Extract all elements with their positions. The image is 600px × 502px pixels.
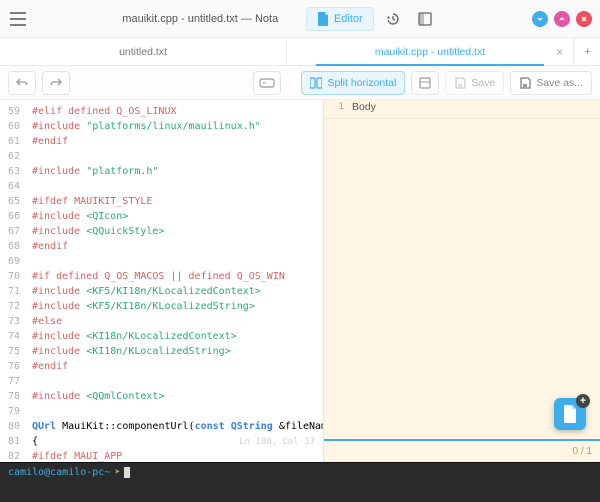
maximize-button[interactable] (554, 11, 570, 27)
split-icon (310, 77, 322, 89)
line-gutter: 59 60 61 62 63 64 65 66 67 68 69 70 71 7… (0, 100, 26, 462)
save-as-button[interactable]: Save as... (510, 71, 592, 95)
titlebar: mauikit.cpp - untitled.txt — Nota Editor (0, 0, 600, 38)
split-horizontal-button[interactable]: Split horizontal (301, 71, 405, 95)
preview-pane: 1 Body + 0 / 1 (324, 100, 600, 462)
panel-toggle-button[interactable] (412, 7, 438, 31)
preview-header: 1 Body (324, 100, 600, 119)
close-button[interactable] (576, 11, 592, 27)
preview-line-num: 1 (324, 100, 350, 118)
new-document-fab[interactable]: + (554, 398, 586, 430)
cursor-position: Ln 180, Col 37 (239, 435, 315, 450)
new-tab-button[interactable]: + (574, 38, 600, 65)
focus-icon (259, 78, 275, 88)
history-icon (385, 11, 401, 27)
code-content[interactable]: #elif defined Q_OS_LINUX #include "platf… (26, 100, 323, 462)
file-icon (317, 12, 329, 26)
main-split: 59 60 61 62 63 64 65 66 67 68 69 70 71 7… (0, 100, 600, 462)
undo-button[interactable] (8, 71, 36, 95)
document-icon (562, 405, 578, 423)
hamburger-button[interactable] (8, 12, 28, 26)
window-controls (532, 11, 592, 27)
toolbar: Split horizontal Save Save as... (0, 66, 600, 100)
minimize-button[interactable] (532, 11, 548, 27)
code-editor[interactable]: 59 60 61 62 63 64 65 66 67 68 69 70 71 7… (0, 100, 323, 462)
window-title: mauikit.cpp - untitled.txt — Nota (122, 13, 278, 25)
preview-status-text: 0 / 1 (573, 446, 592, 457)
save-label: Save (471, 77, 495, 89)
tab-0[interactable]: untitled.txt (0, 38, 287, 65)
terminal-prompt-user: camilo@camilo-pc (8, 467, 104, 478)
terminal[interactable]: camilo@camilo-pc ~ ➤ (0, 462, 600, 502)
tab-1[interactable]: mauikit.cpp - untitled.txt × (287, 38, 574, 65)
redo-icon (49, 77, 63, 89)
center-tools: Editor (306, 7, 438, 31)
editor-pane: 59 60 61 62 63 64 65 66 67 68 69 70 71 7… (0, 100, 323, 462)
terminal-prompt-sep: ~ (104, 467, 110, 478)
save-as-icon (519, 77, 531, 89)
tab-close-icon[interactable]: × (556, 45, 563, 59)
undo-icon (15, 77, 29, 89)
save-button[interactable]: Save (445, 71, 504, 95)
preview-status: 0 / 1 (324, 440, 600, 462)
save-icon (454, 77, 466, 89)
editor-mode-label: Editor (334, 13, 363, 25)
preview-body[interactable]: + (324, 119, 600, 440)
terminal-cursor (124, 467, 130, 478)
preview-title: Body (350, 100, 600, 118)
plus-badge-icon: + (576, 394, 590, 408)
split-label: Split horizontal (327, 77, 396, 89)
tab-label: mauikit.cpp - untitled.txt (375, 46, 485, 58)
terminal-prompt-arrow: ➤ (114, 467, 120, 478)
tabbar: untitled.txt mauikit.cpp - untitled.txt … (0, 38, 600, 66)
editor-mode-button[interactable]: Editor (306, 7, 374, 31)
layout-icon (419, 77, 431, 89)
tab-label: untitled.txt (119, 46, 167, 58)
focus-mode-button[interactable] (253, 71, 281, 95)
redo-button[interactable] (42, 71, 70, 95)
history-button[interactable] (380, 7, 406, 31)
panel-icon (418, 12, 432, 26)
save-as-label: Save as... (536, 77, 583, 89)
layout-button[interactable] (411, 71, 439, 95)
